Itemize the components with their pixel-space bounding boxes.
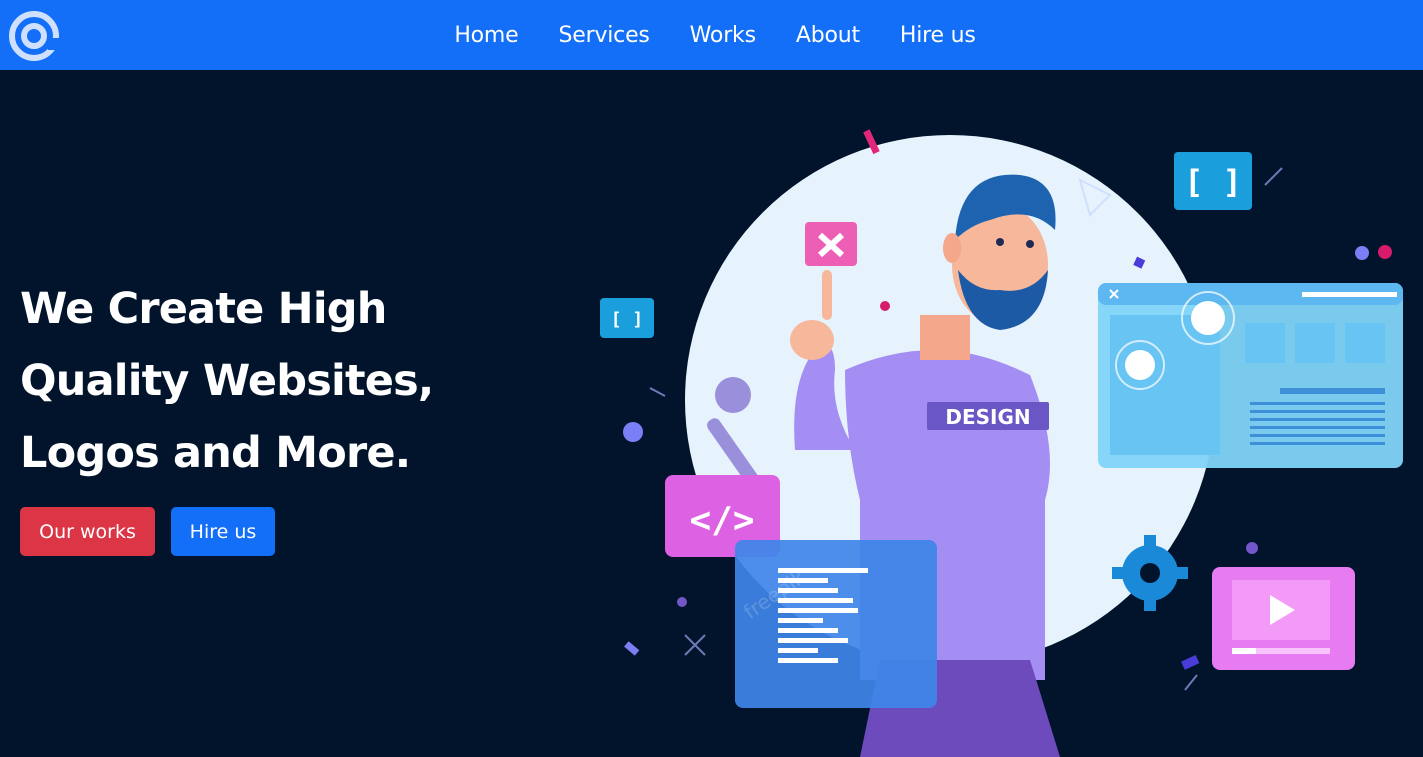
nav-link-home[interactable]: Home — [454, 23, 518, 48]
code-card-label: </> — [689, 500, 754, 541]
hire-us-button[interactable]: Hire us — [171, 507, 275, 556]
bracket-card-large-label: [ ] — [1184, 163, 1242, 201]
hero-title-line-2: Quality Websites, — [20, 356, 434, 406]
shirt-label: DESIGN — [945, 405, 1030, 429]
nav-link-services[interactable]: Services — [559, 23, 650, 48]
nav-link-works[interactable]: Works — [690, 23, 756, 48]
hero-section: We Create High Quality Websites, Logos a… — [0, 70, 1423, 757]
navbar: Home Services Works About Hire us — [0, 0, 1423, 70]
hero-title-line-1: We Create High — [20, 284, 387, 334]
bracket-card-small-label: [ ] — [611, 309, 644, 330]
hero-title: We Create High Quality Websites, Logos a… — [20, 273, 540, 489]
our-works-button[interactable]: Our works — [20, 507, 155, 556]
hero-title-line-3: Logos and More. — [20, 428, 411, 478]
hero-illustration: [ ] [ ] DESIGN </> freepik — [600, 129, 1403, 757]
nav-link-about[interactable]: About — [796, 23, 860, 48]
nav-link-hire-us[interactable]: Hire us — [900, 23, 976, 48]
nav-links: Home Services Works About Hire us — [0, 0, 1423, 70]
